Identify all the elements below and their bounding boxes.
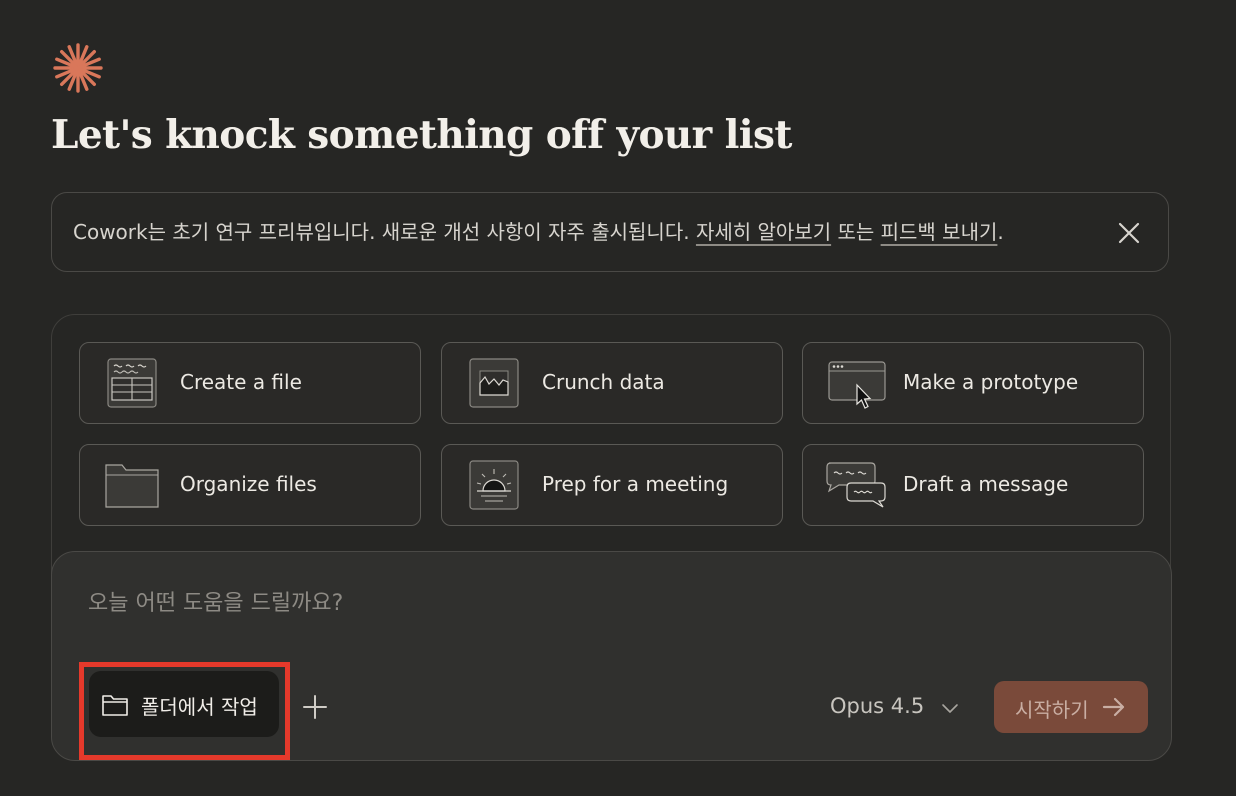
learn-more-link[interactable]: 자세히 알아보기 xyxy=(696,220,831,244)
task-label: Create a file xyxy=(180,370,302,394)
start-label: 시작하기 xyxy=(1015,698,1089,722)
task-label: Crunch data xyxy=(542,370,665,394)
work-in-folder-button[interactable]: 폴더에서 작업 xyxy=(89,671,279,737)
task-create-file[interactable]: Create a file xyxy=(79,342,421,424)
folder-icon xyxy=(105,464,159,508)
task-organize-files[interactable]: Organize files xyxy=(79,444,421,526)
task-label: Draft a message xyxy=(903,472,1069,496)
start-button[interactable]: 시작하기 xyxy=(994,681,1148,733)
task-prep-meeting[interactable]: Prep for a meeting xyxy=(441,444,783,526)
task-label: Prep for a meeting xyxy=(542,472,729,496)
page-title: Let's knock something off your list xyxy=(51,112,792,158)
work-in-folder-label: 폴더에서 작업 xyxy=(141,695,258,719)
cowork-page: Let's knock something off your list Cowo… xyxy=(0,0,1236,796)
notice-text: Cowork는 초기 연구 프리뷰입니다. 새로운 개선 사항이 자주 출시됩니… xyxy=(73,216,1004,245)
chevron-down-icon xyxy=(942,704,958,713)
claude-starburst-icon xyxy=(53,43,103,93)
area-chart-icon xyxy=(469,358,519,408)
arrow-right-icon xyxy=(1102,697,1125,717)
spreadsheet-file-icon xyxy=(107,358,157,408)
notice-end: . xyxy=(997,220,1004,244)
send-feedback-link[interactable]: 피드백 보내기 xyxy=(881,220,998,244)
task-crunch-data[interactable]: Crunch data xyxy=(441,342,783,424)
sunrise-calendar-icon xyxy=(469,460,519,510)
chat-bubbles-icon xyxy=(826,462,886,508)
task-label: Organize files xyxy=(180,472,317,496)
folder-icon xyxy=(102,695,128,716)
task-draft-message[interactable]: Draft a message xyxy=(802,444,1144,526)
task-label: Make a prototype xyxy=(903,370,1079,394)
prompt-input[interactable] xyxy=(86,584,990,622)
prompt-composer: 폴더에서 작업 Opus 4.5 시작하기 xyxy=(51,551,1172,761)
preview-notice-banner: Cowork는 초기 연구 프리뷰입니다. 새로운 개선 사항이 자주 출시됩니… xyxy=(51,192,1169,272)
model-label: Opus 4.5 xyxy=(830,694,925,718)
notice-message: Cowork는 초기 연구 프리뷰입니다. 새로운 개선 사항이 자주 출시됩니… xyxy=(73,220,696,244)
task-make-prototype[interactable]: Make a prototype xyxy=(802,342,1144,424)
browser-window-cursor-icon xyxy=(828,361,886,409)
notice-connector: 또는 xyxy=(831,220,881,244)
plus-icon[interactable] xyxy=(302,694,328,720)
close-icon[interactable] xyxy=(1116,220,1142,246)
